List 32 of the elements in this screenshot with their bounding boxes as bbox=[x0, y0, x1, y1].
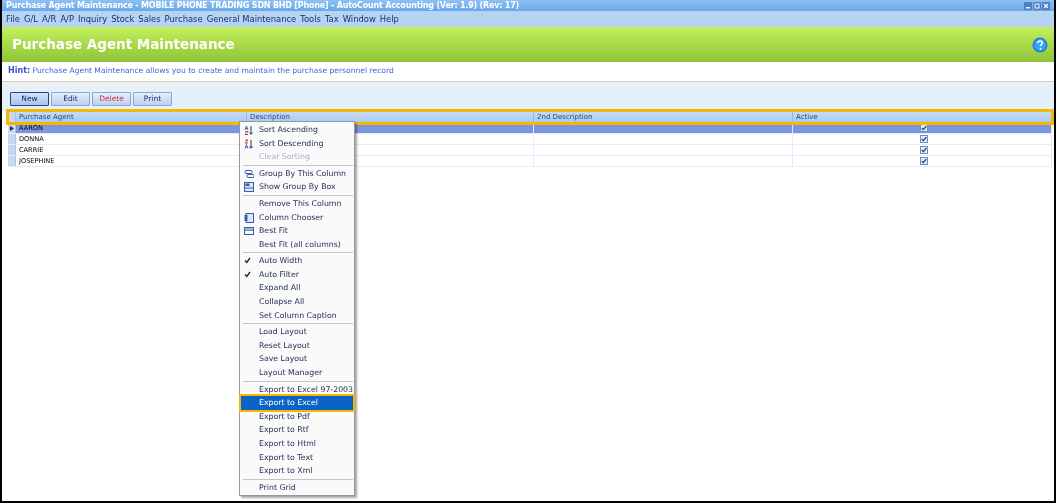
menu-item[interactable]: Inquiry bbox=[78, 12, 108, 26]
table-cell[interactable] bbox=[793, 123, 1052, 133]
checkbox[interactable] bbox=[919, 135, 928, 143]
menu-item[interactable]: Sales bbox=[138, 12, 161, 26]
window-title: Purchase Agent Maintenance - MOBILE PHONE TRADING SDN BHD [Phone] - AutoCount Accounting (Ver: 1.9) (Rev: 17) bbox=[6, 0, 520, 12]
menu-item[interactable]: Tax bbox=[324, 12, 339, 26]
help-icon[interactable] bbox=[1032, 36, 1048, 53]
row-pointer-icon bbox=[9, 125, 14, 131]
minimize-icon[interactable] bbox=[1024, 1, 1032, 10]
menu-item[interactable]: Help bbox=[379, 12, 399, 26]
menu-item[interactable]: G/L bbox=[24, 12, 38, 26]
restore-icon[interactable] bbox=[1033, 1, 1041, 10]
group-box-icon bbox=[244, 182, 254, 193]
menu-item[interactable]: A/P bbox=[60, 12, 74, 26]
column-chooser-icon bbox=[244, 212, 254, 223]
close-icon[interactable] bbox=[1042, 1, 1050, 10]
sort-ascending-icon bbox=[244, 125, 254, 135]
group-icon bbox=[244, 168, 254, 179]
checkbox[interactable] bbox=[919, 157, 928, 165]
menu-item[interactable]: Window bbox=[342, 12, 376, 26]
best-fit-icon bbox=[244, 226, 254, 237]
menu-item[interactable]: File bbox=[6, 12, 20, 26]
page-title: Purchase Agent Maintenance bbox=[12, 35, 235, 55]
menu-item[interactable]: General Maintenance bbox=[206, 12, 297, 26]
menu-item[interactable]: A/R bbox=[42, 12, 57, 26]
checkbox[interactable] bbox=[919, 146, 928, 154]
menu-item[interactable]: Tools bbox=[300, 12, 321, 26]
menu-item[interactable]: Stock bbox=[111, 12, 135, 26]
table-cell[interactable] bbox=[534, 123, 793, 133]
sort-descending-icon bbox=[244, 138, 254, 149]
menu-item[interactable]: Purchase bbox=[164, 12, 203, 26]
checkbox[interactable] bbox=[919, 124, 928, 132]
